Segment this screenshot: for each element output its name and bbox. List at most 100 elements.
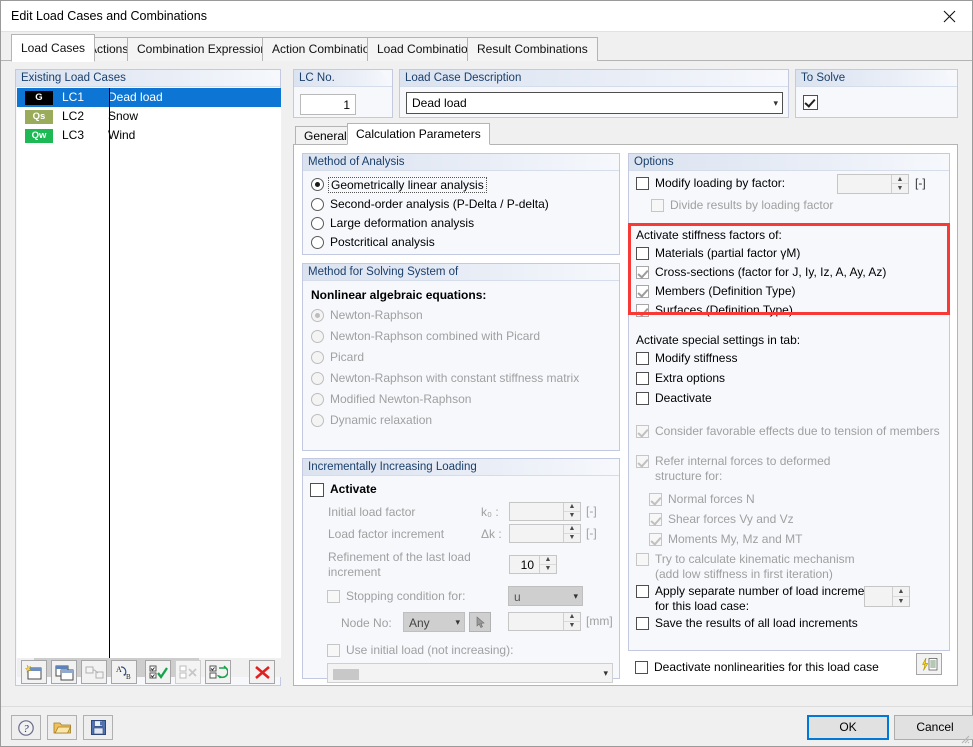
apply-increments-checkbox[interactable] <box>636 585 649 598</box>
spinner-buttons[interactable]: ▲▼ <box>563 525 580 542</box>
radio-modified-newton-raphson[interactable]: Modified Newton-Raphson <box>311 392 471 406</box>
lc-no-input[interactable]: 1 <box>300 94 356 115</box>
shear-forces-checkbox[interactable] <box>649 513 662 526</box>
deactivate-nonlinearities-checkbox[interactable] <box>635 661 648 674</box>
radio-newton-raphson-constant-stiffness[interactable]: Newton-Raphson with constant stiffness m… <box>311 371 579 385</box>
select-all-button[interactable] <box>145 660 171 684</box>
modify-stiffness-row[interactable]: Modify stiffness <box>636 351 737 365</box>
extra-options-checkbox[interactable] <box>636 372 649 385</box>
moments-checkbox[interactable] <box>649 533 662 546</box>
divide-results-checkbox[interactable] <box>651 199 664 212</box>
radio-indicator[interactable] <box>311 372 324 385</box>
stiffness-materials-row[interactable]: Materials (partial factor γM) <box>636 246 800 260</box>
deactivate-checkbox[interactable] <box>636 392 649 405</box>
copy-load-case-button[interactable] <box>51 660 77 684</box>
chevron-down-icon[interactable]: ▾ <box>603 664 608 682</box>
folder-open-icon[interactable] <box>47 715 77 740</box>
node-no-value-input[interactable]: ▲▼ <box>508 612 581 631</box>
apply-increments-input[interactable]: ▲▼ <box>864 586 910 607</box>
radio-geometrically-linear-analysis[interactable]: Geometrically linear analysis <box>311 177 487 193</box>
radio-indicator[interactable] <box>311 393 324 406</box>
radio-postcritical-analysis[interactable]: Postcritical analysis <box>311 235 435 249</box>
stiffness-members-checkbox[interactable] <box>636 285 649 298</box>
consider-favorable-checkbox[interactable] <box>636 425 649 438</box>
radio-dynamic-relaxation[interactable]: Dynamic relaxation <box>311 413 432 427</box>
modify-loading-factor-input[interactable]: ▲▼ <box>837 174 909 194</box>
load-cases-table[interactable]: G LC1 Dead load Qs LC2 Snow Qw LC3 Wind <box>17 88 281 658</box>
refer-internal-forces-checkbox[interactable] <box>636 455 649 468</box>
radio-picard[interactable]: Picard <box>311 350 364 364</box>
moments-row[interactable]: Moments My, Mz and MT <box>649 532 802 546</box>
spinner-down-icon[interactable]: ▼ <box>540 565 556 574</box>
tab-load-cases[interactable]: Load Cases <box>11 34 95 62</box>
radio-indicator[interactable] <box>311 309 324 322</box>
kinematic-mechanism-checkbox[interactable] <box>636 553 649 566</box>
shear-forces-row[interactable]: Shear forces Vy and Vz <box>649 512 794 526</box>
normal-forces-checkbox[interactable] <box>649 493 662 506</box>
stiffness-surfaces-row[interactable]: Surfaces (Definition Type) <box>636 303 793 317</box>
extra-options-row[interactable]: Extra options <box>636 371 725 385</box>
tab-combination-expressions[interactable]: Combination Expressions <box>127 37 283 61</box>
refer-internal-forces-row[interactable]: Refer internal forces to deformed <box>636 454 830 468</box>
spinner-buttons[interactable]: ▲▼ <box>563 503 580 520</box>
spinner-buttons[interactable]: ▲▼ <box>539 556 556 573</box>
spinner-up-icon[interactable]: ▲ <box>540 556 556 565</box>
modify-stiffness-checkbox[interactable] <box>636 352 649 365</box>
spinner-down-icon[interactable]: ▼ <box>564 534 580 543</box>
radio-indicator[interactable] <box>311 351 324 364</box>
pick-cursor-icon[interactable] <box>469 612 491 632</box>
spinner-up-icon[interactable]: ▲ <box>893 587 909 597</box>
stiffness-materials-checkbox[interactable] <box>636 247 649 260</box>
node-no-select[interactable]: Any ▾ <box>403 612 465 632</box>
table-row[interactable]: Qs LC2 Snow <box>17 107 281 126</box>
spinner-up-icon[interactable]: ▲ <box>564 525 580 534</box>
inner-tab-calculation-parameters[interactable]: Calculation Parameters <box>347 123 490 145</box>
spinner-down-icon[interactable]: ▼ <box>564 622 580 631</box>
chevron-down-icon[interactable]: ▾ <box>573 587 578 605</box>
chevron-down-icon[interactable]: ▾ <box>773 93 778 113</box>
radio-newton-raphson[interactable]: Newton-Raphson <box>311 308 423 322</box>
stiffness-members-row[interactable]: Members (Definition Type) <box>636 284 796 298</box>
radio-indicator[interactable] <box>311 178 324 191</box>
convert-load-case-button[interactable] <box>81 660 107 684</box>
lightning-list-icon[interactable] <box>916 653 942 675</box>
spinner-up-icon[interactable]: ▲ <box>564 503 580 512</box>
ok-button[interactable]: OK <box>807 715 889 740</box>
radio-large-deformation-analysis[interactable]: Large deformation analysis <box>311 216 474 230</box>
spinner-buttons[interactable]: ▲▼ <box>891 175 908 193</box>
spinner-down-icon[interactable]: ▼ <box>564 512 580 521</box>
modify-loading-by-factor-checkbox[interactable] <box>636 177 649 190</box>
rename-load-case-button[interactable]: AB <box>111 660 137 684</box>
spinner-up-icon[interactable]: ▲ <box>564 613 580 622</box>
tab-result-combinations[interactable]: Result Combinations <box>467 37 598 61</box>
close-icon[interactable] <box>926 1 972 31</box>
radio-second-order-analysis[interactable]: Second-order analysis (P-Delta / P-delta… <box>311 197 549 211</box>
spinner-buttons[interactable]: ▲▼ <box>563 613 580 630</box>
spinner-down-icon[interactable]: ▼ <box>892 184 908 193</box>
stiffness-surfaces-checkbox[interactable] <box>636 304 649 317</box>
normal-forces-row[interactable]: Normal forces N <box>649 492 755 506</box>
to-solve-checkbox[interactable] <box>803 95 818 110</box>
consider-favorable-row[interactable]: Consider favorable effects due to tensio… <box>636 424 940 438</box>
radio-indicator[interactable] <box>311 330 324 343</box>
help-icon[interactable]: ? <box>11 715 41 740</box>
chevron-down-icon[interactable]: ▾ <box>455 613 460 631</box>
stopping-condition-row[interactable]: Stopping condition for: <box>327 589 465 603</box>
use-initial-load-select[interactable]: ▾ <box>327 663 613 683</box>
radio-indicator[interactable] <box>311 236 324 249</box>
save-results-checkbox[interactable] <box>636 617 649 630</box>
use-initial-load-checkbox[interactable] <box>327 644 340 657</box>
stiffness-cross-sections-checkbox[interactable] <box>636 266 649 279</box>
deselect-all-button[interactable] <box>175 660 201 684</box>
use-initial-load-row[interactable]: Use initial load (not increasing): <box>327 643 513 657</box>
spinner-buttons[interactable]: ▲▼ <box>892 587 909 606</box>
activate-checkbox[interactable] <box>310 483 324 497</box>
initial-load-factor-input[interactable]: ▲▼ <box>509 502 581 521</box>
spinner-down-icon[interactable]: ▼ <box>893 597 909 607</box>
delete-load-case-button[interactable] <box>249 660 275 684</box>
load-factor-increment-input[interactable]: ▲▼ <box>509 524 581 543</box>
invert-selection-button[interactable] <box>205 660 231 684</box>
deactivate-row[interactable]: Deactivate <box>636 391 712 405</box>
refinement-input[interactable]: 10 ▲▼ <box>509 555 557 574</box>
activate-checkbox-row[interactable]: Activate <box>310 482 377 497</box>
